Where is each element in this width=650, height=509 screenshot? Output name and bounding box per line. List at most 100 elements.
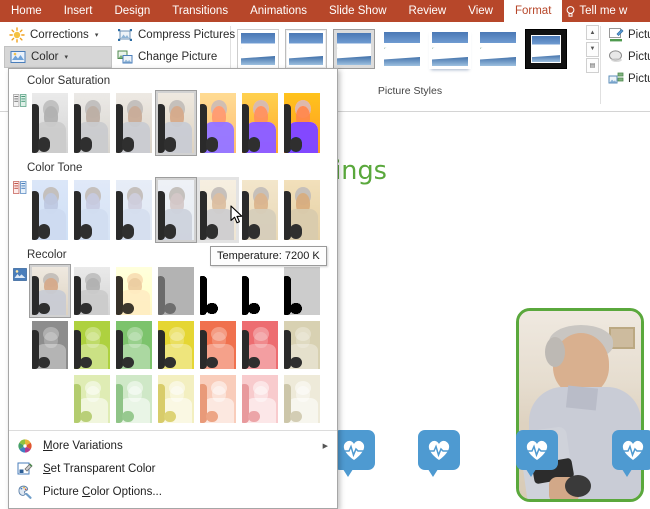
recolor-lime-light[interactable] bbox=[71, 372, 113, 426]
photo-hair-side bbox=[545, 337, 565, 367]
saturation-swatch-3-selected[interactable] bbox=[155, 90, 197, 156]
picture-style-thumb[interactable] bbox=[525, 29, 567, 69]
group-divider-2 bbox=[600, 26, 601, 104]
change-picture-icon bbox=[117, 49, 133, 65]
more-variations-item[interactable]: More Variations ▶ bbox=[9, 434, 337, 457]
tab-view[interactable]: View bbox=[457, 0, 504, 22]
tone-swatch-5[interactable] bbox=[239, 177, 281, 243]
saturation-swatch-4[interactable] bbox=[197, 90, 239, 156]
recolor-washout[interactable] bbox=[155, 264, 197, 318]
heart-ekg-glyph bbox=[426, 437, 452, 462]
set-transparent-color-label: Set Transparent Color bbox=[43, 462, 156, 475]
picture-style-thumb[interactable] bbox=[381, 29, 423, 69]
picture-effects-button[interactable]: Pictu bbox=[606, 46, 650, 68]
picture-commands-group: Pictu Pictu bbox=[606, 24, 650, 90]
tab-insert[interactable]: Insert bbox=[53, 0, 104, 22]
recolor-grid[interactable] bbox=[29, 264, 323, 426]
recolor-sepia[interactable] bbox=[113, 264, 155, 318]
picture-style-thumb[interactable] bbox=[477, 29, 519, 69]
swatch-preview bbox=[116, 321, 152, 369]
recolor-gray-light[interactable] bbox=[29, 372, 71, 426]
saturation-swatch-5[interactable] bbox=[239, 90, 281, 156]
style-preview bbox=[531, 35, 561, 63]
color-tone-title: Color Tone bbox=[9, 156, 337, 177]
color-dropdown-menu[interactable]: Color Saturation Color Tone Recolor More… bbox=[8, 68, 338, 509]
recolor-black-white-50[interactable] bbox=[197, 264, 239, 318]
set-transparent-color-item[interactable]: Set Transparent Color bbox=[9, 457, 337, 480]
saturation-swatch-6[interactable] bbox=[281, 90, 323, 156]
recolor-tan-light[interactable] bbox=[281, 372, 323, 426]
saturation-swatch-2[interactable] bbox=[113, 90, 155, 156]
picture-style-thumb-selected[interactable] bbox=[333, 29, 375, 69]
lightbulb-icon bbox=[566, 5, 575, 17]
tone-swatch-2[interactable] bbox=[113, 177, 155, 243]
recolor-red-light[interactable] bbox=[239, 372, 281, 426]
recolor-row-3 bbox=[29, 372, 323, 426]
tab-animations[interactable]: Animations bbox=[239, 0, 318, 22]
recolor-no-recolor-selected[interactable] bbox=[29, 264, 71, 318]
picture-style-thumb[interactable] bbox=[285, 29, 327, 69]
tone-swatches[interactable] bbox=[29, 177, 323, 243]
tone-section-icon bbox=[11, 177, 29, 194]
recolor-red-accent[interactable] bbox=[239, 318, 281, 372]
picture-border-icon bbox=[608, 27, 624, 43]
picture-border-button[interactable]: Pictu bbox=[606, 24, 650, 46]
color-picture-icon bbox=[10, 49, 26, 65]
swatch-preview bbox=[284, 180, 320, 240]
swatch-preview bbox=[242, 321, 278, 369]
heart-ekg-glyph bbox=[341, 437, 367, 462]
tell-me-box[interactable]: Tell me w bbox=[562, 0, 633, 22]
recolor-row-1 bbox=[29, 264, 323, 318]
picture-styles-gallery[interactable] bbox=[234, 25, 586, 73]
recolor-green-light[interactable] bbox=[113, 372, 155, 426]
recolor-orange-accent[interactable] bbox=[197, 318, 239, 372]
picture-layout-button[interactable]: Pictu bbox=[606, 68, 650, 90]
gallery-expand-icon[interactable]: ▤ bbox=[586, 58, 599, 73]
picture-effects-icon bbox=[608, 49, 624, 65]
change-picture-label: Change Picture bbox=[138, 51, 218, 63]
color-button[interactable]: Color ▾ bbox=[4, 46, 112, 68]
scroll-down-icon[interactable]: ▼ bbox=[586, 41, 599, 57]
tab-design[interactable]: Design bbox=[103, 0, 161, 22]
swatch-preview bbox=[158, 267, 194, 315]
picture-color-options-label: Picture Color Options... bbox=[43, 485, 162, 498]
recolor-gray-accent[interactable] bbox=[29, 318, 71, 372]
transparent-color-icon bbox=[17, 461, 34, 477]
tone-swatch-1[interactable] bbox=[71, 177, 113, 243]
corrections-button[interactable]: Corrections ▾ bbox=[4, 24, 112, 46]
picture-style-thumb[interactable] bbox=[237, 29, 279, 69]
recolor-black-white-25[interactable] bbox=[239, 264, 281, 318]
tone-swatch-6[interactable] bbox=[281, 177, 323, 243]
scroll-up-icon[interactable]: ▲ bbox=[586, 25, 599, 40]
tab-slide-show[interactable]: Slide Show bbox=[318, 0, 398, 22]
recolor-yellow-accent[interactable] bbox=[155, 318, 197, 372]
recolor-orange-light[interactable] bbox=[197, 372, 239, 426]
compress-pictures-button[interactable]: Compress Pictures bbox=[112, 24, 235, 46]
recolor-lime-accent[interactable] bbox=[71, 318, 113, 372]
swatch-preview bbox=[158, 93, 194, 153]
gallery-scroll-arrows[interactable]: ▲ ▼ ▤ bbox=[586, 25, 600, 73]
change-picture-button[interactable]: Change Picture bbox=[112, 46, 228, 68]
picture-layout-label: Pictu bbox=[628, 73, 650, 85]
swatch-preview bbox=[32, 180, 68, 240]
recolor-tan-accent[interactable] bbox=[281, 318, 323, 372]
saturation-swatch-1[interactable] bbox=[71, 90, 113, 156]
tab-transitions[interactable]: Transitions bbox=[161, 0, 239, 22]
color-tone-row bbox=[9, 177, 337, 243]
recolor-black-white-75[interactable] bbox=[281, 264, 323, 318]
tone-swatch-3-selected[interactable] bbox=[155, 177, 197, 243]
picture-style-thumb[interactable] bbox=[429, 29, 471, 69]
tone-swatch-0[interactable] bbox=[29, 177, 71, 243]
saturation-swatch-0[interactable] bbox=[29, 90, 71, 156]
saturation-swatches[interactable] bbox=[29, 90, 323, 156]
recolor-yellow-light[interactable] bbox=[155, 372, 197, 426]
tab-review[interactable]: Review bbox=[398, 0, 458, 22]
heart-chat-icon bbox=[418, 430, 464, 482]
recolor-grayscale[interactable] bbox=[71, 264, 113, 318]
picture-effects-label: Pictu bbox=[628, 51, 650, 63]
swatch-preview bbox=[158, 180, 194, 240]
tab-format[interactable]: Format bbox=[503, 0, 563, 22]
recolor-green-accent[interactable] bbox=[113, 318, 155, 372]
picture-color-options-item[interactable]: Picture Color Options... bbox=[9, 480, 337, 503]
tab-home[interactable]: Home bbox=[0, 0, 53, 22]
